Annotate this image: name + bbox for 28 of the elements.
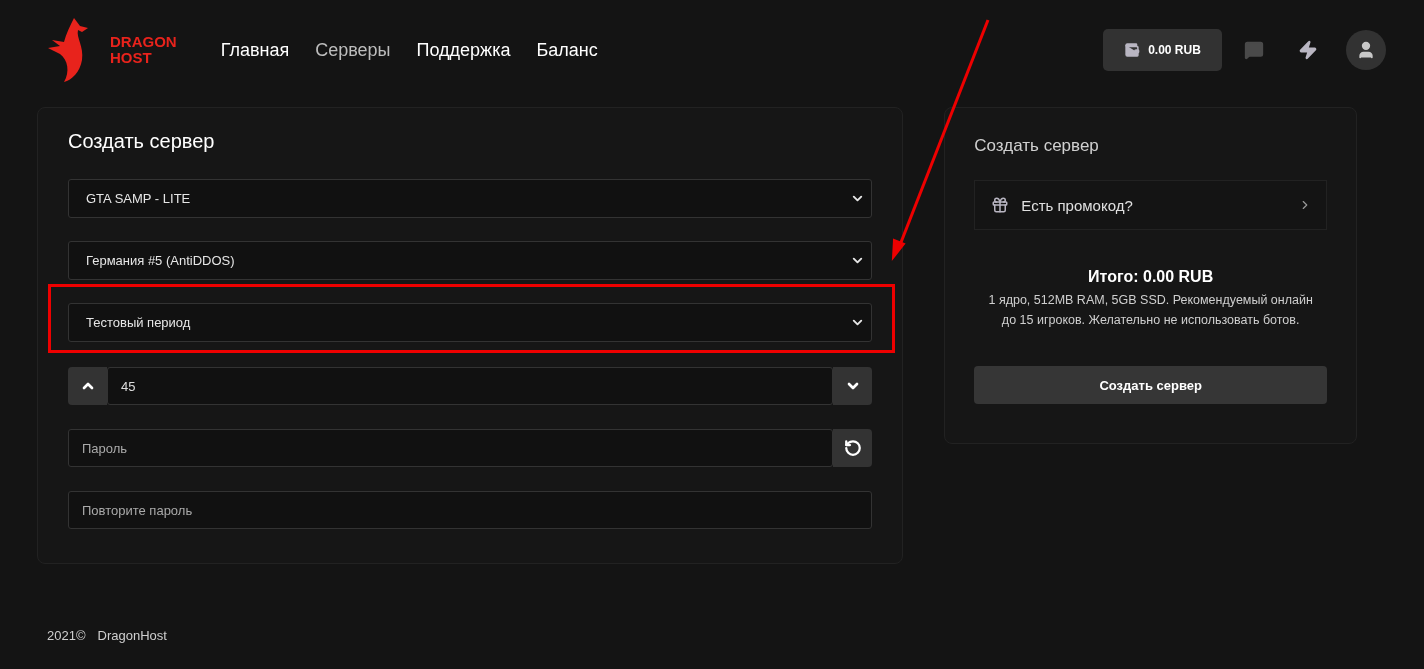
gift-icon <box>991 196 1010 214</box>
copyright-name: DragonHost <box>97 628 167 643</box>
password-field[interactable]: Пароль <box>68 429 834 467</box>
total-price: Итого: 0.00 RUB <box>1087 268 1215 286</box>
decrement-button[interactable] <box>833 367 873 405</box>
nav-link[interactable]: Серверы <box>315 39 391 61</box>
create-server-button[interactable]: Создать сервер <box>974 366 1327 404</box>
nav-link[interactable]: Баланс <box>536 39 598 61</box>
avatar-button[interactable] <box>1346 30 1386 70</box>
dropdown-field[interactable]: Тестовый период <box>68 303 873 342</box>
nav-link[interactable]: Поддержка <box>416 39 511 61</box>
logo-text: DRAGON HOST <box>110 34 177 66</box>
card-title: Создать сервер <box>974 136 1100 156</box>
card-title: Создать сервер <box>68 130 216 153</box>
increment-button[interactable] <box>68 367 107 405</box>
promo-code-button[interactable]: Есть промокод? <box>974 180 1327 230</box>
plan-description: 1 ядро, 512MB RAM, 5GB SSD. Рекомендуемый онлайн до 15 игроков. Желательно не использовать ботов. <box>987 292 1314 329</box>
user-icon <box>1356 40 1376 60</box>
slots-field[interactable]: 45 <box>107 367 834 405</box>
copyright-year: 2021© <box>47 628 86 643</box>
wallet-icon <box>1124 42 1141 58</box>
repeat-password-field[interactable]: Повторите пароль <box>68 491 873 529</box>
dropdown-field[interactable]: Германия #5 (AntiDDOS) <box>68 241 873 280</box>
balance-button[interactable]: 0.00 RUB <box>1103 29 1222 71</box>
nav-link[interactable]: Главная <box>220 39 290 61</box>
dropdown-field[interactable]: GTA SAMP - LITE <box>68 179 873 218</box>
regenerate-button[interactable] <box>833 429 873 467</box>
refresh-icon <box>843 439 862 457</box>
